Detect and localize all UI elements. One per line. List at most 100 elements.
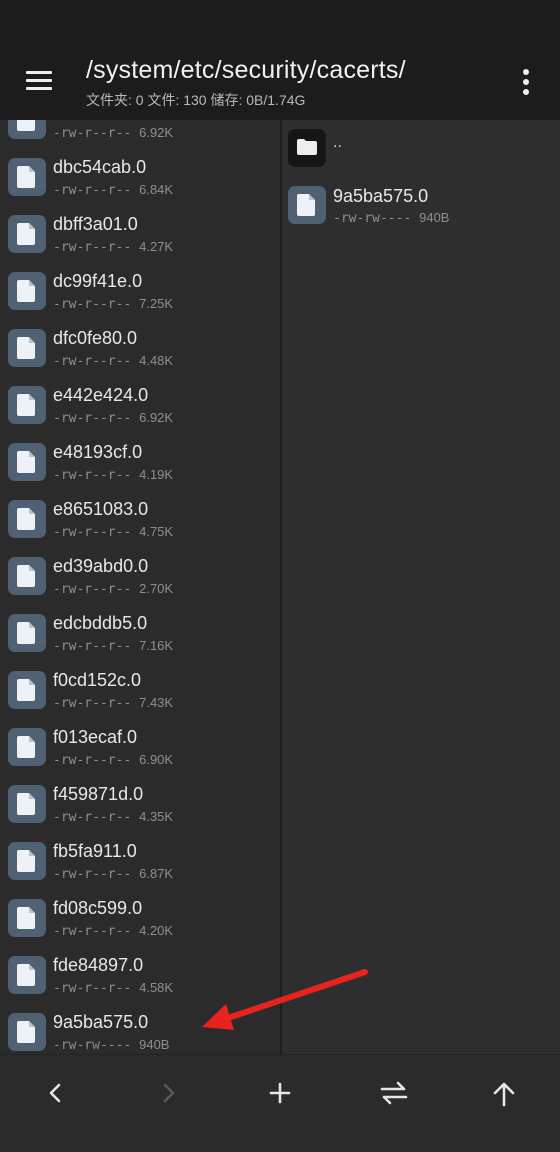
- file-permissions: -rw-r--r--: [53, 183, 132, 198]
- list-item[interactable]: edcbddb5.0 -rw-r--r-- 7.16K: [0, 603, 280, 660]
- more-vert-icon: [523, 69, 529, 75]
- list-item[interactable]: 9a5ba575.0 -rw-rw---- 940B: [0, 1002, 280, 1054]
- file-meta: -rw-r--r-- 6.84K: [53, 182, 173, 198]
- app-bar: /system/etc/security/cacerts/ 文件夹: 0 文件:…: [0, 44, 560, 120]
- file-permissions: -rw-r--r--: [53, 981, 132, 996]
- file-permissions: -rw-r--r--: [53, 468, 132, 483]
- file-permissions: -rw-r--r--: [53, 582, 132, 597]
- folder-icon: [288, 129, 326, 167]
- file-icon: [8, 443, 46, 481]
- file-size: 4.75K: [139, 524, 174, 539]
- forward-button[interactable]: [138, 1071, 198, 1115]
- file-size: 4.35K: [139, 809, 174, 824]
- file-meta: -rw-rw---- 940B: [53, 1037, 169, 1053]
- navigate-up-button[interactable]: [474, 1071, 534, 1115]
- file-permissions: -rw-r--r--: [53, 867, 132, 882]
- file-meta: -rw-r--r-- 4.20K: [53, 923, 173, 939]
- arrow-up-icon: [493, 1082, 515, 1107]
- file-name: fde84897.0: [53, 955, 144, 975]
- list-item[interactable]: fd08c599.0 -rw-r--r-- 4.20K: [0, 888, 280, 945]
- list-item[interactable]: dbc54cab.0 -rw-r--r-- 6.84K: [0, 147, 280, 204]
- file-name: e48193cf.0: [53, 442, 143, 462]
- list-item[interactable]: e8651083.0 -rw-r--r-- 4.75K: [0, 489, 280, 546]
- file-size: 6.92K: [139, 410, 174, 425]
- file-size: 7.25K: [139, 296, 174, 311]
- file-meta: -rw-r--r-- 7.43K: [53, 695, 173, 711]
- file-size: 7.16K: [139, 638, 174, 653]
- file-meta: -rw-r--r-- 4.35K: [53, 809, 173, 825]
- list-item[interactable]: dfc0fe80.0 -rw-r--r-- 4.48K: [0, 318, 280, 375]
- file-size: 2.70K: [139, 581, 174, 596]
- file-permissions: -rw-rw----: [333, 211, 412, 226]
- file-size: 6.92K: [139, 125, 174, 140]
- file-name: dc99f41e.0: [53, 271, 143, 291]
- file-name: f0cd152c.0: [53, 670, 142, 690]
- file-name: f013ecaf.0: [53, 727, 138, 747]
- overflow-menu-button[interactable]: [514, 66, 538, 98]
- file-meta: -rw-r--r-- 6.92K: [53, 125, 173, 141]
- file-icon: [8, 842, 46, 880]
- file-size: 940B: [139, 1037, 170, 1052]
- menu-button[interactable]: [22, 66, 58, 98]
- file-meta: -rw-r--r-- 4.75K: [53, 524, 173, 540]
- file-icon: [8, 1013, 46, 1051]
- file-permissions: -rw-r--r--: [53, 924, 132, 939]
- file-permissions: -rw-r--r--: [53, 354, 132, 369]
- file-permissions: -rw-r--r--: [53, 696, 132, 711]
- file-permissions: -rw-r--r--: [53, 411, 132, 426]
- file-permissions: -rw-r--r--: [53, 240, 132, 255]
- file-icon: [8, 500, 46, 538]
- file-name: fd08c599.0: [53, 898, 143, 918]
- list-item[interactable]: 9a5ba575.0 -rw-rw---- 940B: [282, 178, 560, 235]
- left-file-pane[interactable]: -rw-r--r-- 6.92K dbc54cab.0 -rw-r--r-- 6.…: [0, 120, 280, 1054]
- file-size: 4.58K: [139, 980, 174, 995]
- list-item[interactable]: fb5fa911.0 -rw-r--r-- 6.87K: [0, 831, 280, 888]
- list-item[interactable]: dbff3a01.0 -rw-r--r-- 4.27K: [0, 204, 280, 261]
- file-icon: [8, 329, 46, 367]
- file-permissions: -rw-r--r--: [53, 297, 132, 312]
- list-item[interactable]: f459871d.0 -rw-r--r-- 4.35K: [0, 774, 280, 831]
- file-name: 9a5ba575.0: [333, 186, 429, 206]
- file-meta: -rw-r--r-- 4.19K: [53, 467, 173, 483]
- list-item[interactable]: e442e424.0 -rw-r--r-- 6.92K: [0, 375, 280, 432]
- file-name: ed39abd0.0: [53, 556, 149, 576]
- list-item[interactable]: -rw-r--r-- 6.92K: [0, 120, 280, 147]
- file-name: e442e424.0: [53, 385, 149, 405]
- parent-directory-item[interactable]: ..: [282, 120, 560, 172]
- file-meta: -rw-r--r-- 4.27K: [53, 239, 173, 255]
- file-icon: [8, 120, 46, 139]
- add-button[interactable]: [250, 1071, 310, 1115]
- plus-icon: [269, 1082, 291, 1104]
- file-meta: -rw-r--r-- 2.70K: [53, 581, 173, 597]
- list-item[interactable]: e48193cf.0 -rw-r--r-- 4.19K: [0, 432, 280, 489]
- file-name: fb5fa911.0: [53, 841, 137, 861]
- file-icon: [8, 557, 46, 595]
- list-item[interactable]: f013ecaf.0 -rw-r--r-- 6.90K: [0, 717, 280, 774]
- file-permissions: -rw-r--r--: [53, 639, 132, 654]
- file-meta: -rw-r--r-- 4.48K: [53, 353, 173, 369]
- file-meta: -rw-r--r-- 6.90K: [53, 752, 173, 768]
- swap-arrows-icon: [380, 1081, 408, 1105]
- right-file-pane[interactable]: .. 9a5ba575.0 -rw-rw---- 940B: [282, 120, 560, 1054]
- parent-directory-label: ..: [333, 134, 342, 151]
- file-permissions: -rw-r--r--: [53, 525, 132, 540]
- file-icon: [8, 158, 46, 196]
- file-name: dfc0fe80.0: [53, 328, 138, 348]
- status-bar: [0, 0, 560, 44]
- list-item[interactable]: dc99f41e.0 -rw-r--r-- 7.25K: [0, 261, 280, 318]
- hamburger-menu-icon-line: [26, 79, 52, 82]
- list-item[interactable]: f0cd152c.0 -rw-r--r-- 7.43K: [0, 660, 280, 717]
- chevron-left-icon: [49, 1083, 61, 1103]
- file-meta: -rw-rw---- 940B: [333, 210, 449, 226]
- file-name: 9a5ba575.0: [53, 1012, 149, 1032]
- file-size: 7.43K: [139, 695, 174, 710]
- file-name: dbff3a01.0: [53, 214, 138, 234]
- list-item[interactable]: fde84897.0 -rw-r--r-- 4.58K: [0, 945, 280, 1002]
- storage-summary: 文件夹: 0 文件: 130 储存: 0B/1.74G: [86, 92, 306, 108]
- file-size: 4.19K: [139, 467, 174, 482]
- swap-panes-button[interactable]: [362, 1071, 422, 1115]
- file-permissions: -rw-r--r--: [53, 753, 132, 768]
- list-item[interactable]: ed39abd0.0 -rw-r--r-- 2.70K: [0, 546, 280, 603]
- back-button[interactable]: [26, 1071, 86, 1115]
- file-meta: -rw-r--r-- 7.25K: [53, 296, 173, 312]
